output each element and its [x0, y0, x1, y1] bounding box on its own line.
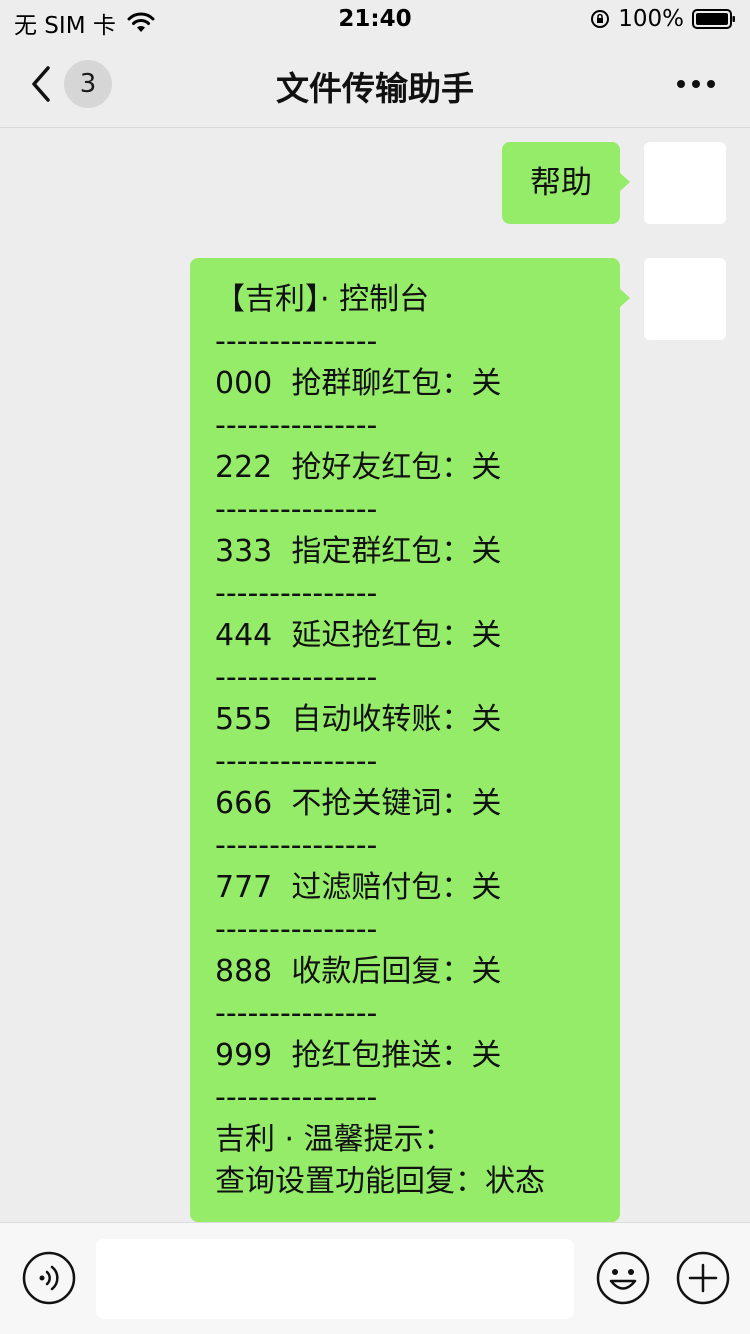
input-bar — [0, 1222, 750, 1334]
separator: --------------- — [215, 492, 378, 527]
option-666: 666 不抢关键词：关 — [215, 786, 502, 821]
separator: --------------- — [215, 744, 378, 779]
more-icon[interactable] — [676, 78, 716, 90]
option-333: 333 指定群红包：关 — [215, 534, 502, 569]
option-777: 777 过滤赔付包：关 — [215, 870, 502, 905]
message-bubble-console[interactable]: 【吉利】· 控制台 --------------- 000 抢群聊红包：关 --… — [190, 258, 630, 1222]
avatar[interactable] — [644, 142, 726, 224]
avatar[interactable] — [644, 258, 726, 340]
console-title: 【吉利】· 控制台 — [215, 282, 430, 317]
option-222: 222 抢好友红包：关 — [215, 450, 502, 485]
separator: --------------- — [215, 324, 378, 359]
option-888: 888 收款后回复：关 — [215, 954, 502, 989]
battery-percent: 100% — [618, 6, 684, 32]
message-input[interactable] — [96, 1239, 574, 1319]
separator: --------------- — [215, 408, 378, 443]
plus-icon[interactable] — [676, 1251, 730, 1305]
separator: --------------- — [215, 996, 378, 1031]
page-title: 文件传输助手 — [276, 69, 474, 108]
separator: --------------- — [215, 1080, 378, 1115]
separator: --------------- — [215, 660, 378, 695]
message-bubble-help[interactable]: 帮助 — [502, 142, 630, 224]
option-444: 444 延迟抢红包：关 — [215, 618, 502, 653]
orientation-lock-icon — [591, 10, 610, 28]
separator: --------------- — [215, 576, 378, 611]
option-000: 000 抢群聊红包：关 — [215, 366, 502, 401]
option-555: 555 自动收转账：关 — [215, 702, 502, 737]
voice-icon[interactable] — [22, 1251, 76, 1305]
status-right: 100% — [590, 6, 736, 32]
separator: --------------- — [215, 912, 378, 947]
emoji-icon[interactable] — [596, 1251, 650, 1305]
separator: --------------- — [215, 828, 378, 863]
tip-text: 查询设置功能回复：状态 — [215, 1164, 545, 1199]
tip-title: 吉利 · 温馨提示： — [215, 1122, 454, 1157]
battery-icon — [692, 9, 735, 29]
nav-bar: 3 文件传输助手 — [0, 40, 750, 128]
status-bar: 无 SIM 卡 21:40 100% — [0, 0, 750, 40]
option-999: 999 抢红包推送：关 — [215, 1038, 502, 1073]
